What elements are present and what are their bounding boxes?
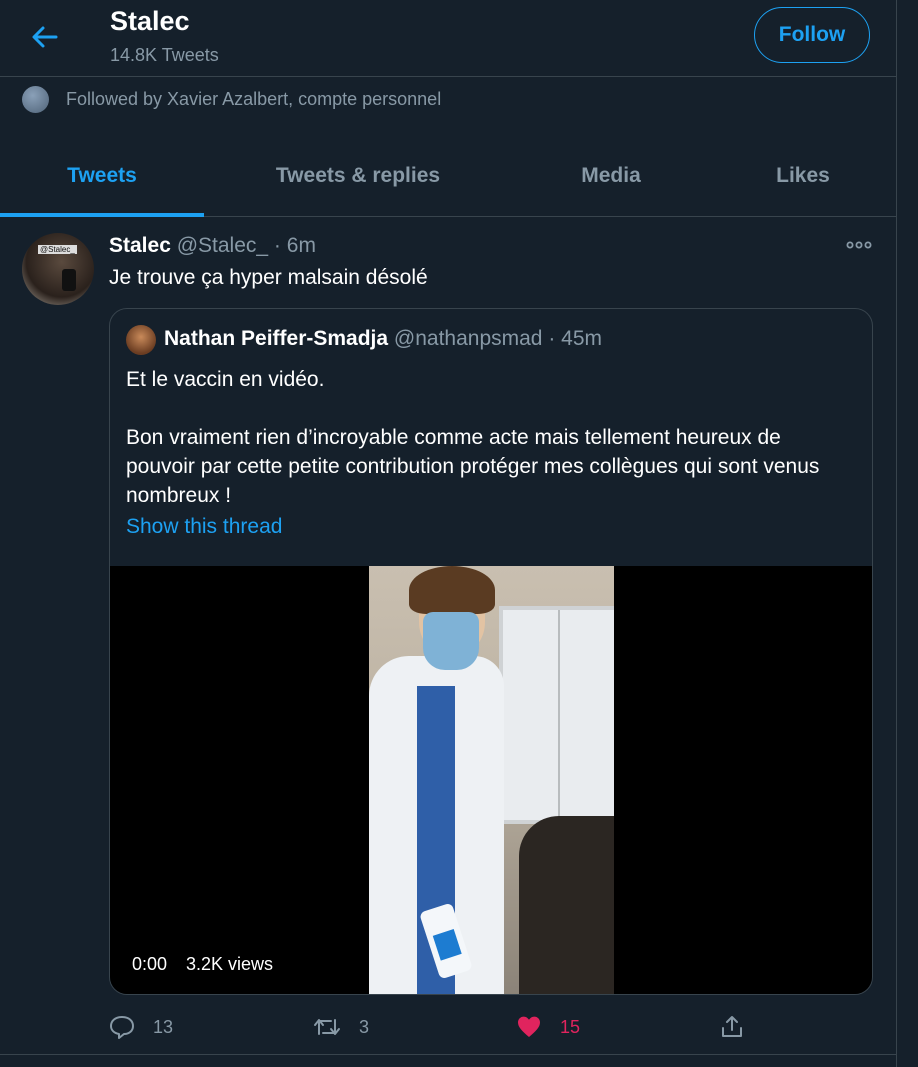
video-player[interactable]: 0:00 3.2K views	[110, 566, 872, 994]
show-thread-link[interactable]: Show this thread	[126, 515, 282, 539]
tweet-author-name[interactable]: Stalec	[109, 234, 171, 257]
back-button[interactable]	[28, 20, 62, 54]
video-mask	[423, 612, 479, 670]
tweet-actions: 13 3 15	[109, 1010, 873, 1044]
followed-by-text: Followed by Xavier Azalbert, compte pers…	[66, 89, 442, 109]
retweet-button[interactable]: 3	[313, 1010, 369, 1044]
reply-icon	[110, 1016, 134, 1039]
timeline-column: Stalec 14.8K Tweets Follow Followed by X…	[0, 0, 897, 1067]
more-icon	[846, 241, 872, 249]
tweet-time[interactable]: 6m	[287, 234, 316, 257]
avatar-tag: @Stalec_	[38, 245, 77, 254]
video-hair	[409, 566, 495, 614]
tweet-count: 14.8K Tweets	[110, 45, 219, 65]
reply-count: 13	[153, 1016, 174, 1037]
tab-media[interactable]: Media	[512, 136, 710, 216]
video-frame	[369, 566, 614, 994]
followed-by[interactable]: Followed by Xavier Azalbert, compte pers…	[22, 86, 441, 113]
tab-tweets-replies[interactable]: Tweets & replies	[204, 136, 512, 216]
video-arm	[519, 816, 614, 994]
like-button[interactable]: 15	[516, 1010, 580, 1044]
video-views: 3.2K views	[186, 954, 274, 974]
quoted-line-1: Et le vaccin en vidéo.	[126, 368, 325, 391]
tweet-more-button[interactable]	[846, 238, 872, 252]
tweet-separator: ·	[268, 234, 287, 257]
profile-name: Stalec	[110, 6, 190, 36]
reply-button[interactable]: 13	[109, 1010, 173, 1044]
tweet-header: Stalec @Stalec_ · 6m	[109, 234, 316, 258]
quoted-tweet-header: Nathan Peiffer-Smadja @nathanpsmad · 45m	[164, 327, 602, 351]
quoted-tweet-time: 45m	[561, 327, 603, 350]
heart-icon	[518, 1016, 540, 1037]
video-time: 0:00	[132, 954, 168, 974]
share-icon	[722, 1016, 742, 1037]
profile-tabs: Tweets Tweets & replies Media Likes	[0, 136, 896, 217]
tab-tweets[interactable]: Tweets	[0, 136, 204, 216]
quoted-author-avatar	[126, 325, 156, 355]
profile-header: Stalec 14.8K Tweets Follow	[0, 0, 896, 77]
avatar-phone	[62, 269, 76, 291]
quoted-line-2: Bon vraiment rien d’incroyable comme act…	[126, 426, 820, 507]
video-window	[499, 606, 614, 824]
tweet-author-handle[interactable]: @Stalec_	[177, 234, 268, 257]
tab-likes[interactable]: Likes	[710, 136, 896, 216]
follower-avatar	[22, 86, 49, 113]
active-tab-indicator	[0, 213, 204, 217]
tweet-divider	[0, 1054, 896, 1055]
tweet-author-avatar[interactable]: @Stalec_	[22, 233, 94, 305]
quoted-tweet-text: Et le vaccin en vidéo. Bon vraiment rien…	[126, 365, 846, 510]
tweet-text: Je trouve ça hyper malsain désolé	[109, 266, 428, 289]
retweet-count: 3	[359, 1016, 370, 1037]
quoted-tweet[interactable]: Nathan Peiffer-Smadja @nathanpsmad · 45m…	[109, 308, 873, 995]
quoted-author-name: Nathan Peiffer-Smadja	[164, 327, 389, 350]
follow-button[interactable]: Follow	[754, 7, 870, 63]
like-count: 15	[560, 1016, 581, 1037]
quoted-separator: ·	[542, 327, 562, 350]
share-button[interactable]	[719, 1010, 763, 1044]
retweet-icon	[314, 1019, 340, 1035]
back-arrow-icon	[32, 26, 58, 48]
quoted-author-handle: @nathanpsmad	[393, 327, 543, 350]
